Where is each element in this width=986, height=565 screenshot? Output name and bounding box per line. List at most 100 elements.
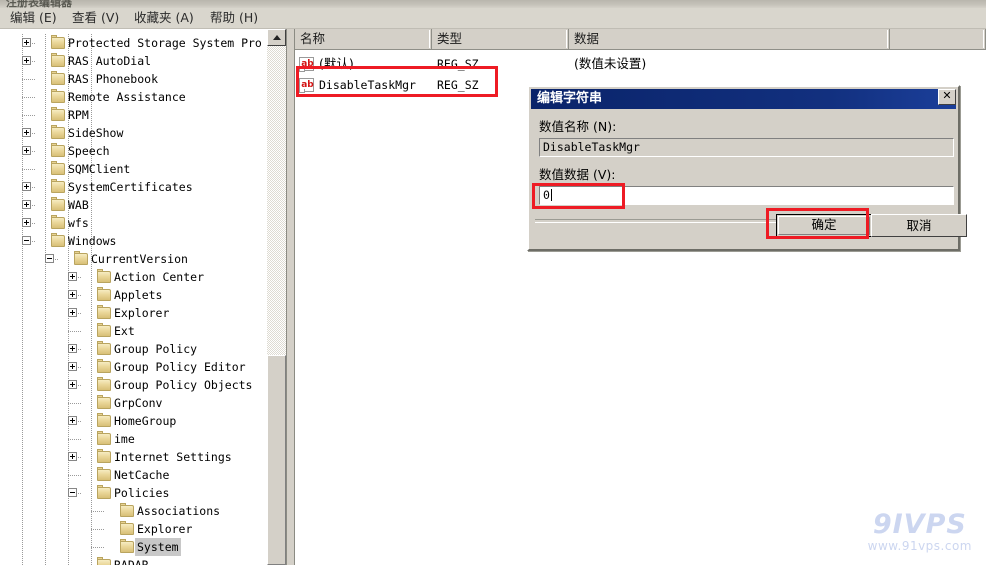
registry-tree-panel[interactable]: Protected Storage System Pro RAS AutoDial… <box>0 29 266 565</box>
tree-connector <box>22 115 36 116</box>
menu-item-1[interactable]: 查看 (V) <box>72 10 119 26</box>
tree-guide-line <box>22 34 23 565</box>
tree-connector <box>68 331 82 332</box>
tree-node-label: CurrentVersion <box>91 252 188 266</box>
tree-node-label: SideShow <box>68 126 124 140</box>
folder-icon <box>97 269 111 283</box>
column-header-3[interactable] <box>890 29 986 49</box>
tree-guide-line <box>91 34 92 565</box>
cancel-button-label: 取消 <box>906 218 932 233</box>
folder-icon <box>51 53 65 67</box>
folder-icon <box>51 89 65 103</box>
folder-icon <box>51 233 65 247</box>
tree-connector <box>22 97 36 98</box>
value-name-field[interactable]: DisableTaskMgr <box>539 138 954 157</box>
dialog-close-button[interactable]: ✕ <box>938 89 956 105</box>
tree-node-label: Windows <box>68 234 117 248</box>
tree-node-label: Protected Storage System Pro <box>68 36 262 50</box>
tree-connector <box>22 169 36 170</box>
collapse-minus-icon[interactable] <box>45 254 54 263</box>
expand-plus-icon[interactable] <box>22 128 31 137</box>
tree-node-label: SystemCertificates <box>68 180 193 194</box>
collapse-minus-icon[interactable] <box>68 488 77 497</box>
expand-plus-icon[interactable] <box>68 308 77 317</box>
expand-plus-icon[interactable] <box>68 380 77 389</box>
window-title: 注册表编辑器 <box>6 0 72 8</box>
tree-node-label: Ext <box>114 324 135 338</box>
folder-icon <box>97 431 111 445</box>
menu-item-3[interactable]: 帮助 (H) <box>210 10 258 26</box>
expand-plus-icon[interactable] <box>68 416 77 425</box>
expand-plus-icon[interactable] <box>22 182 31 191</box>
menu-item-2[interactable]: 收藏夹 (A) <box>134 10 194 26</box>
tree-connector <box>68 439 82 440</box>
menu-item-0[interactable]: 编辑 (E) <box>10 10 57 26</box>
tree-guide-line <box>45 34 46 565</box>
tree-node-label: Associations <box>137 504 221 518</box>
folder-icon <box>51 125 65 139</box>
tree-node-label: Policies <box>114 486 170 500</box>
annotation-box-disabletaskmgr-row <box>296 66 498 97</box>
folder-icon <box>120 503 134 517</box>
value-data-label: 数值数据 (V): <box>539 167 616 182</box>
triangle-up-icon <box>272 34 281 40</box>
folder-icon <box>74 251 88 265</box>
folder-icon <box>51 179 65 193</box>
column-header-1[interactable]: 类型 <box>432 29 569 49</box>
folder-icon <box>97 359 111 373</box>
folder-icon <box>120 521 134 535</box>
dialog-title: 编辑字符串 <box>537 91 603 106</box>
collapse-minus-icon[interactable] <box>22 236 31 245</box>
expand-plus-icon[interactable] <box>68 272 77 281</box>
tree-node-label: System <box>135 538 181 556</box>
tree-connector <box>91 529 105 530</box>
folder-icon <box>51 35 65 49</box>
tree-node-label: GrpConv <box>114 396 163 410</box>
folder-icon <box>97 485 111 499</box>
expand-plus-icon[interactable] <box>22 38 31 47</box>
tree-node-label: RAS AutoDial <box>68 54 152 68</box>
cancel-button[interactable]: 取消 <box>871 214 967 237</box>
tree-node-label: HomeGroup <box>114 414 177 428</box>
folder-icon <box>51 215 65 229</box>
folder-icon <box>97 323 111 337</box>
window-title-bar: 注册表编辑器 <box>0 0 986 8</box>
tree-node-label: Explorer <box>137 522 193 536</box>
expand-plus-icon[interactable] <box>22 56 31 65</box>
folder-icon <box>51 71 65 85</box>
tree-node-label: Group Policy Editor <box>114 360 246 374</box>
folder-icon <box>97 377 111 391</box>
folder-icon <box>97 413 111 427</box>
folder-icon <box>97 395 111 409</box>
tree-connector <box>91 547 105 548</box>
annotation-box-value-data-input <box>532 183 625 209</box>
tree-node-label: Applets <box>114 288 163 302</box>
column-header-2[interactable]: 数据 <box>569 29 890 49</box>
column-header-0[interactable]: 名称 <box>295 29 432 49</box>
folder-icon <box>97 449 111 463</box>
expand-plus-icon[interactable] <box>68 452 77 461</box>
folder-icon <box>97 287 111 301</box>
tree-node-label: Group Policy <box>114 342 198 356</box>
list-column-headers: 名称 类型 数据 <box>295 29 986 50</box>
tree-node-label: wfs <box>68 216 89 230</box>
expand-plus-icon[interactable] <box>68 344 77 353</box>
scrollbar-thumb[interactable] <box>267 355 286 565</box>
expand-plus-icon[interactable] <box>22 200 31 209</box>
expand-plus-icon[interactable] <box>68 290 77 299</box>
tree-node-label: Explorer <box>114 306 170 320</box>
close-icon: ✕ <box>942 89 952 102</box>
scroll-up-button[interactable] <box>267 29 286 46</box>
tree-node-label: Speech <box>68 144 110 158</box>
value-name-label: 数值名称 (N): <box>539 119 617 134</box>
expand-plus-icon[interactable] <box>68 362 77 371</box>
expand-plus-icon[interactable] <box>22 146 31 155</box>
tree-node-label: WAB <box>68 198 89 212</box>
folder-icon <box>97 305 111 319</box>
menu-bar: 编辑 (E) 查看 (V) 收藏夹 (A) 帮助 (H) <box>0 8 986 29</box>
panel-splitter[interactable] <box>286 29 295 565</box>
annotation-box-ok-button <box>766 208 869 239</box>
expand-plus-icon[interactable] <box>22 218 31 227</box>
tree-scrollbar[interactable] <box>266 29 287 565</box>
folder-icon <box>51 161 65 175</box>
